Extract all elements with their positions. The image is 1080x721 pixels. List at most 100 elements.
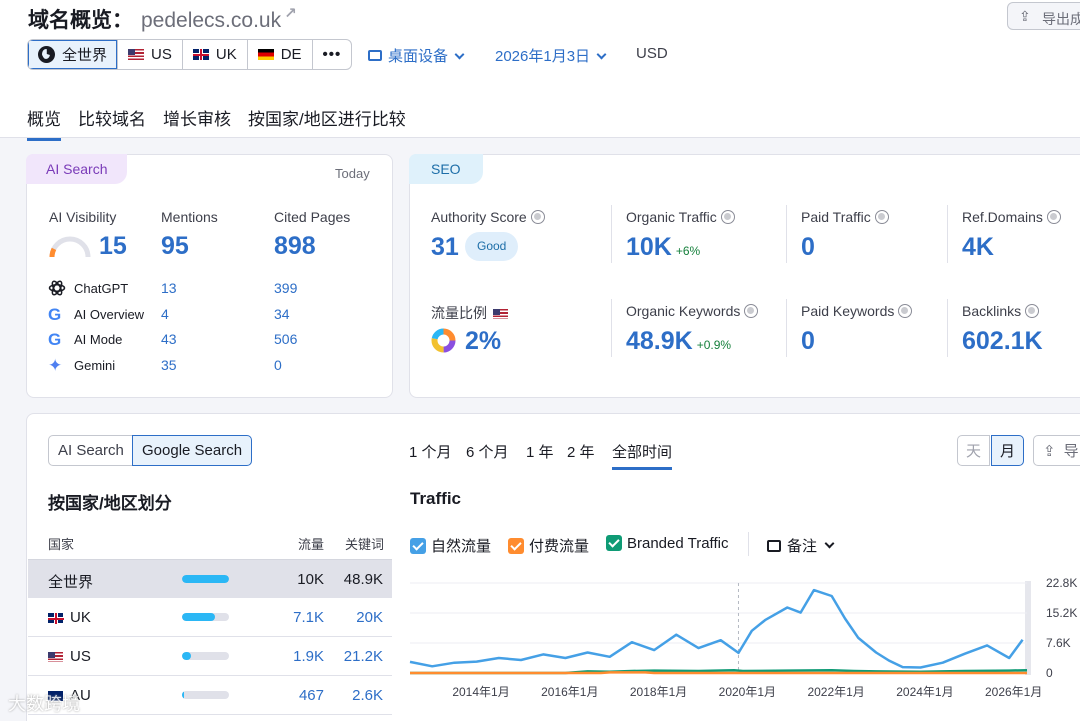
today-label: Today xyxy=(335,166,370,181)
organic-traffic-label-text: Organic Traffic xyxy=(626,209,717,225)
gemini-icon: ✦ xyxy=(48,356,63,375)
ref-domains-value[interactable]: 4K xyxy=(962,233,994,262)
chevron-down-icon xyxy=(824,538,835,549)
authority-score-value[interactable]: 31 xyxy=(431,233,459,262)
country-keywords[interactable]: 20K xyxy=(356,609,383,626)
engine-cited[interactable]: 34 xyxy=(274,306,290,322)
info-icon[interactable] xyxy=(744,304,759,318)
tab-compare-by-country[interactable]: 按国家/地区进行比较 xyxy=(248,105,406,141)
x-tick-label: 2018年1月 xyxy=(630,685,687,699)
authority-label-text: Authority Score xyxy=(431,209,527,225)
page-title: 域名概览： pedelecs.co.uk ↗ xyxy=(28,4,297,34)
divider xyxy=(947,205,948,263)
engine-mentions[interactable]: 35 xyxy=(161,357,177,373)
toggle-google-search[interactable]: Google Search xyxy=(132,435,253,466)
organic-keywords-value[interactable]: 48.9K +0.9% xyxy=(626,327,731,356)
backlinks-value[interactable]: 602.1K xyxy=(962,327,1043,356)
traffic-section-title: Traffic xyxy=(410,489,462,508)
legend-paid[interactable]: 付费流量 xyxy=(508,535,589,556)
region-worldwide[interactable]: 全世界 xyxy=(28,40,119,69)
external-link-icon[interactable]: ↗ xyxy=(284,5,297,22)
y-tick-label: 22.8K xyxy=(1046,576,1077,590)
country-keywords[interactable]: 2.6K xyxy=(352,687,383,704)
info-icon[interactable] xyxy=(720,210,735,224)
domain-name[interactable]: pedelecs.co.uk xyxy=(141,9,281,32)
granularity-day[interactable]: 天 xyxy=(957,435,991,466)
legend-label: 付费流量 xyxy=(529,538,590,555)
traffic-share-bar xyxy=(182,691,229,699)
engine-mentions[interactable]: 4 xyxy=(161,306,169,322)
divider xyxy=(748,532,749,556)
legend-branded[interactable]: Branded Traffic xyxy=(606,535,728,552)
series-line-自然流量 xyxy=(409,588,1024,669)
table-row[interactable]: 全世界 10K 48.9K xyxy=(28,559,392,598)
y-tick-label: 15.2K xyxy=(1046,606,1077,620)
uk-flag-icon xyxy=(192,49,209,60)
legend-organic[interactable]: 自然流量 xyxy=(410,535,491,556)
checkbox-icon xyxy=(508,538,524,554)
region-label: DE xyxy=(280,46,302,63)
range-2-years[interactable]: 2 年 xyxy=(567,441,595,462)
divider xyxy=(786,205,787,263)
checkbox-icon xyxy=(606,535,622,551)
date-label: 2026年1月3日 xyxy=(495,48,591,65)
notes-label: 备注 xyxy=(787,538,818,555)
paid-traffic-label: Paid Traffic xyxy=(801,209,889,225)
country-traffic[interactable]: 467 xyxy=(299,687,324,704)
info-icon[interactable] xyxy=(1046,210,1061,224)
ai-search-card: AI Search Today AI Visibility 15 Mention… xyxy=(26,154,393,398)
engine-cited[interactable]: 506 xyxy=(274,331,297,347)
region-uk[interactable]: UK xyxy=(183,40,248,69)
more-label: ••• xyxy=(322,46,342,63)
region-us[interactable]: US xyxy=(118,40,183,69)
ai-visibility-value: 15 xyxy=(99,232,127,260)
country-traffic[interactable]: 7.1K xyxy=(293,609,324,626)
info-icon[interactable] xyxy=(1025,304,1040,318)
legend-label: Branded Traffic xyxy=(627,535,729,552)
paid-traffic-value[interactable]: 0 xyxy=(801,233,815,262)
backlinks-label: Backlinks xyxy=(962,303,1040,319)
table-row[interactable]: AU 467 2.6K xyxy=(28,676,392,715)
table-row[interactable]: UK 7.1K 20K xyxy=(28,598,392,637)
engine-cited[interactable]: 399 xyxy=(274,280,297,296)
country-keywords[interactable]: 21.2K xyxy=(344,648,383,665)
traffic-share-bar xyxy=(182,613,229,621)
range-1-month[interactable]: 1 个月 xyxy=(409,441,452,462)
region-label: 全世界 xyxy=(62,47,108,64)
toggle-ai-search[interactable]: AI Search xyxy=(48,435,134,466)
tab-overview[interactable]: 概览 xyxy=(27,105,61,141)
paid-keywords-value[interactable]: 0 xyxy=(801,327,815,356)
divider xyxy=(611,205,612,263)
tab-growth-audit[interactable]: 增长审核 xyxy=(163,105,231,141)
country-traffic[interactable]: 1.9K xyxy=(293,648,324,665)
cited-pages-value[interactable]: 898 xyxy=(274,232,316,261)
granularity-month[interactable]: 月 xyxy=(991,435,1025,466)
info-icon[interactable] xyxy=(530,210,545,224)
organic-traffic-value[interactable]: 10K +6% xyxy=(626,233,700,262)
table-row[interactable]: US 1.9K 21.2K xyxy=(28,637,392,676)
range-6-months[interactable]: 6 个月 xyxy=(466,441,509,462)
mentions-value[interactable]: 95 xyxy=(161,232,189,261)
more-regions-button[interactable]: ••• xyxy=(313,40,352,69)
paid-keywords-label: Paid Keywords xyxy=(801,303,913,319)
engine-name: ChatGPT xyxy=(74,281,129,296)
organic-keywords-number: 48.9K xyxy=(626,327,693,355)
engine-mentions[interactable]: 13 xyxy=(161,280,177,296)
organic-traffic-label: Organic Traffic xyxy=(626,209,735,225)
device-dropdown[interactable]: 桌面设备 xyxy=(368,45,465,66)
export-button[interactable]: ⇪ 导出成 xyxy=(1007,2,1080,30)
range-all-time[interactable]: 全部时间 xyxy=(612,441,673,470)
info-icon[interactable] xyxy=(898,304,913,318)
organic-traffic-number: 10K xyxy=(626,233,672,261)
date-dropdown[interactable]: 2026年1月3日 xyxy=(495,45,607,66)
range-1-year[interactable]: 1 年 xyxy=(526,441,554,462)
chart-export-button[interactable]: ⇪ 导 xyxy=(1033,435,1080,466)
tab-compare-domains[interactable]: 比较域名 xyxy=(78,105,146,141)
region-de[interactable]: DE xyxy=(248,40,313,69)
x-tick-label: 2020年1月 xyxy=(719,685,776,699)
country-section-title: 按国家/地区划分 xyxy=(48,494,172,513)
engine-mentions[interactable]: 43 xyxy=(161,331,177,347)
notes-dropdown[interactable]: 备注 xyxy=(767,535,835,556)
engine-cited[interactable]: 0 xyxy=(274,357,282,373)
info-icon[interactable] xyxy=(874,210,889,224)
